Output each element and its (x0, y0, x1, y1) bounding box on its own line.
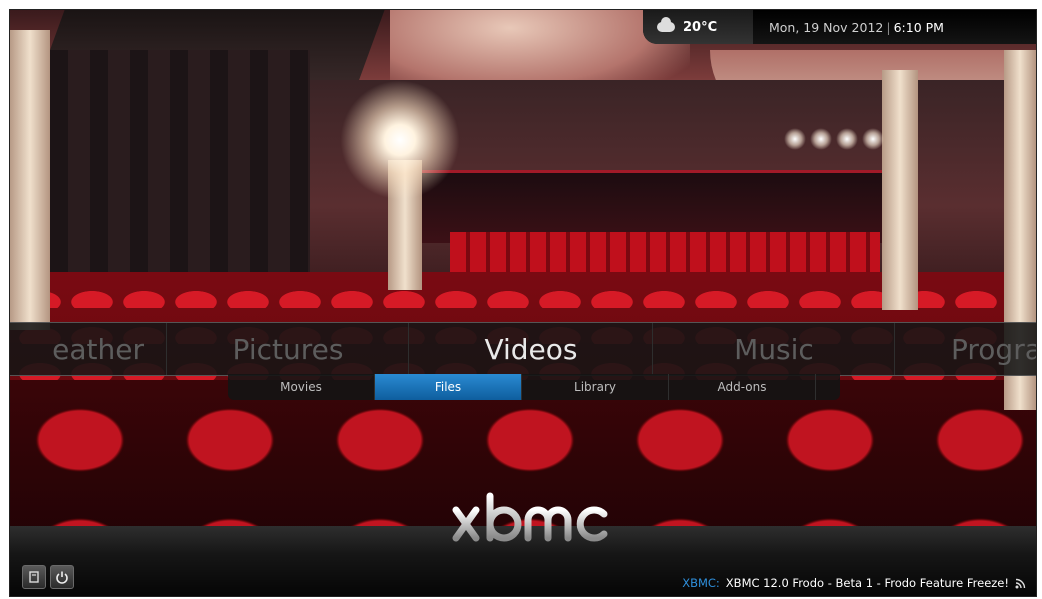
submenu-movies[interactable]: Movies (228, 374, 375, 400)
menu-item-videos[interactable]: Videos (408, 323, 653, 375)
ticker-text: XBMC 12.0 Frodo - Beta 1 - Frodo Feature… (725, 576, 1009, 590)
date: Mon, 19 Nov 2012 (769, 19, 884, 35)
menu-item-pictures[interactable]: Pictures (166, 323, 409, 375)
rss-ticker[interactable]: XBMC: XBMC 12.0 Frodo - Beta 1 - Frodo F… (682, 576, 1026, 590)
top-info-bar: 20°C Mon, 19 Nov 2012 | 6:10 PM (643, 10, 1036, 44)
menu-item-weather[interactable]: eather (10, 323, 166, 375)
favourites-icon (29, 571, 39, 583)
submenu-files[interactable]: Files (375, 374, 522, 400)
cloud-icon (657, 17, 675, 32)
xbmc-logo (452, 492, 608, 542)
power-button[interactable] (50, 565, 74, 589)
rss-icon (1015, 578, 1026, 588)
submenu-add-ons[interactable]: Add-ons (669, 374, 816, 400)
menu-item-music[interactable]: Music (652, 323, 895, 375)
submenu-library[interactable]: Library (522, 374, 669, 400)
weather-widget[interactable]: 20°C (643, 10, 753, 44)
favourites-button[interactable] (22, 565, 46, 589)
power-icon (56, 571, 68, 584)
time: 6:10 PM (893, 19, 944, 35)
xbmc-home-window: 20°C Mon, 19 Nov 2012 | 6:10 PM eather Pic… (9, 9, 1037, 597)
main-menu: eather Pictures Videos Music Progra (10, 322, 1036, 376)
date-time: Mon, 19 Nov 2012 | 6:10 PM (769, 19, 944, 35)
ticker-source: XBMC: (682, 576, 720, 590)
menu-item-programs[interactable]: Progra (894, 323, 1036, 375)
sub-menu: Movies Files Library Add-ons (228, 374, 840, 400)
temperature: 20°C (683, 19, 718, 35)
